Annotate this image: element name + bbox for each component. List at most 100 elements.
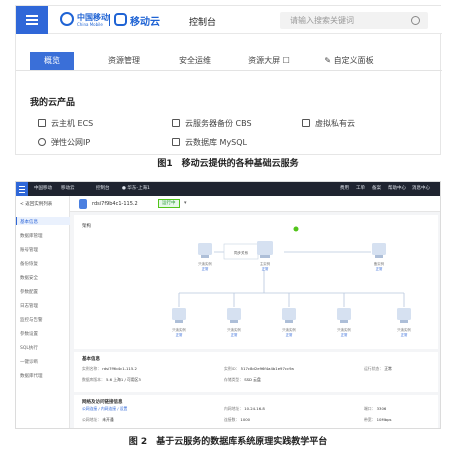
sidebar-item-security[interactable]: 数据安全 bbox=[20, 275, 38, 281]
conn-row: 连接数： 1000 bbox=[224, 417, 251, 422]
check-icon bbox=[293, 226, 299, 232]
node-label: 只读实例 bbox=[198, 261, 212, 266]
top-link-help[interactable]: 帮助中心 bbox=[388, 185, 406, 191]
tab-custom-panel-label: 自定义面板 bbox=[333, 56, 374, 65]
tabs-divider bbox=[16, 70, 442, 71]
search-placeholder: 请输入搜索关键词 bbox=[290, 16, 354, 25]
node-primary[interactable]: 主实例 正常 bbox=[257, 226, 299, 272]
sync-label: 同步关系 bbox=[234, 250, 249, 255]
top-nav-bar: 中国移动 China Mobile 移动云 控制台 请输入搜索关键词 bbox=[16, 6, 442, 34]
tab-resource-management[interactable]: 资源管理 bbox=[94, 52, 154, 70]
product-vpc[interactable]: 虚拟私有云 bbox=[302, 118, 355, 129]
basic-info-title: 基本信息 bbox=[82, 357, 100, 362]
sidebar-item-logs[interactable]: 日志管理 bbox=[20, 303, 38, 309]
product-eip[interactable]: 弹性公网IP bbox=[38, 137, 90, 148]
product-mysql[interactable]: 云数据库 MySQL bbox=[172, 137, 247, 148]
node-status: 正常 bbox=[286, 332, 293, 337]
connection-tabs[interactable]: 公网连接 / 内网连接 / 设置 bbox=[82, 406, 127, 412]
node-status: 正常 bbox=[202, 266, 209, 271]
status-badge: 运行中 bbox=[158, 199, 180, 208]
info-value: 5.6 上海1 / 可用区3 bbox=[106, 377, 141, 382]
tab-resource-screen[interactable]: 资源大屏 ☐ bbox=[234, 52, 304, 70]
search-icon[interactable] bbox=[411, 16, 420, 25]
sidebar-item-diagnose[interactable]: 一键诊断 bbox=[20, 359, 38, 365]
section-title-my-products: 我的云产品 bbox=[30, 98, 76, 108]
console-link[interactable]: 控制台 bbox=[96, 185, 110, 191]
architecture-diagram: 同步关系 只读实例 正常 主实例 正常 备实例 正常 只读实例 正常 只读实例 … bbox=[172, 226, 411, 337]
info-value: rdsi7f9b4c1-115.2 bbox=[102, 366, 137, 371]
sidebar-item-db-management[interactable]: 数据库管理 bbox=[20, 233, 43, 239]
edit-icon: ✎ bbox=[324, 56, 334, 65]
node-readonly-4[interactable]: 只读实例 正常 bbox=[337, 308, 351, 337]
node-label: 只读实例 bbox=[282, 327, 296, 332]
node-status: 正常 bbox=[376, 266, 383, 271]
sidebar-item-sql[interactable]: SQL执行 bbox=[20, 345, 38, 351]
info-row: 实例ID： 517c8d2e96f4a4b1e97cc9a bbox=[224, 366, 294, 371]
tab-overview[interactable]: 概览 bbox=[30, 52, 74, 70]
sidebar-item-accounts[interactable]: 账号管理 bbox=[20, 247, 38, 253]
architecture-panel: 架构 同步关系 只读实例 正常 主实例 正常 备实例 正常 只读实例 正常 只读… bbox=[74, 215, 438, 349]
basic-info-panel: 基本信息 实例名称： rdsi7f9b4c1-115.2 实例ID： 517c8… bbox=[74, 352, 438, 392]
figure-2-caption: 图 2 基于云服务的数据库系统原理实践教学平台 bbox=[128, 437, 328, 447]
node-status: 正常 bbox=[262, 266, 269, 271]
sidebar: < 返回实例列表 基本信息 数据库管理 账号管理 备份恢复 数据安全 参数配置 … bbox=[16, 196, 70, 428]
conn-row: 端口： 3306 bbox=[364, 406, 387, 411]
product-ecs[interactable]: 云主机 ECS bbox=[38, 118, 93, 129]
product-label: 云数据库 MySQL bbox=[185, 138, 248, 147]
top-link-filing[interactable]: 备案 bbox=[372, 185, 381, 191]
node-readonly-1[interactable]: 只读实例 正常 bbox=[172, 308, 186, 337]
conn-key: 连接数 bbox=[224, 417, 236, 422]
node-readonly-left[interactable]: 只读实例 正常 bbox=[198, 243, 212, 271]
product-label: 弹性公网IP bbox=[51, 138, 91, 147]
sidebar-item-monitor[interactable]: 监控与告警 bbox=[20, 317, 43, 323]
sidebar-item-settings[interactable]: 参数设置 bbox=[20, 331, 38, 337]
china-mobile-logo-icon bbox=[60, 12, 74, 26]
sidebar-item-basic-info[interactable]: 基本信息 bbox=[20, 219, 38, 225]
node-readonly-5[interactable]: 只读实例 正常 bbox=[397, 308, 411, 337]
info-row: 运行状态： 正常 bbox=[364, 366, 392, 371]
hamburger-menu-icon[interactable] bbox=[16, 182, 28, 196]
top-nav-bar: 中国移动 移动云 控制台 ● 华东-上海1 费用 工单 备案 帮助中心 消息中心 bbox=[16, 182, 440, 196]
sidebar-item-params[interactable]: 参数配置 bbox=[20, 289, 38, 295]
instance-name: rdsi7f9b4c1-115.2 bbox=[92, 201, 138, 207]
connection-info-title: 网络及访问链接信息 bbox=[82, 400, 123, 405]
top-link-messages[interactable]: 消息中心 bbox=[412, 185, 430, 191]
node-readonly-3[interactable]: 只读实例 正常 bbox=[282, 308, 296, 337]
info-row: 数据库版本： 5.6 上海1 / 可用区3 bbox=[82, 377, 141, 382]
back-to-list-link[interactable]: < 返回实例列表 bbox=[20, 201, 52, 207]
tab-custom-panel[interactable]: ✎ 自定义面板 bbox=[310, 52, 388, 70]
conn-value: 10.24.16.8 bbox=[244, 406, 265, 411]
top-link-fees[interactable]: 费用 bbox=[340, 185, 349, 191]
product-label: 云主机 ECS bbox=[51, 119, 94, 128]
node-status: 正常 bbox=[176, 332, 183, 337]
connection-info-panel: 网络及访问链接信息 公网连接 / 内网连接 / 设置 内网地址： 10.24.1… bbox=[74, 395, 438, 428]
hamburger-menu-icon[interactable] bbox=[16, 6, 48, 34]
info-key: 运行状态 bbox=[364, 366, 380, 371]
conn-value: 3306 bbox=[376, 406, 387, 411]
sidebar-item-backup[interactable]: 备份恢复 bbox=[20, 261, 38, 267]
mobile-cloud-logo-icon bbox=[114, 13, 127, 26]
server-icon bbox=[38, 119, 46, 127]
conn-key: 带宽 bbox=[364, 417, 372, 422]
conn-row: 带宽： 10Mbps bbox=[364, 417, 392, 422]
chevron-down-icon[interactable]: ▾ bbox=[184, 200, 187, 206]
node-standby[interactable]: 备实例 正常 bbox=[372, 243, 386, 271]
node-label: 只读实例 bbox=[227, 327, 241, 332]
cloud-name: 移动云 bbox=[61, 186, 75, 191]
search-input[interactable]: 请输入搜索关键词 bbox=[280, 12, 428, 29]
region-selector[interactable]: ● 华东-上海1 bbox=[122, 185, 150, 191]
console-link[interactable]: 控制台 bbox=[189, 15, 216, 28]
vpc-icon bbox=[302, 119, 310, 127]
node-readonly-2[interactable]: 只读实例 正常 bbox=[227, 308, 241, 337]
node-label: 只读实例 bbox=[172, 327, 186, 332]
conn-value[interactable]: 未开通 bbox=[102, 417, 113, 422]
info-row: 实例名称： rdsi7f9b4c1-115.2 bbox=[82, 366, 137, 371]
sidebar-item-proxy[interactable]: 数据库代理 bbox=[20, 373, 43, 379]
database-icon bbox=[172, 138, 180, 146]
product-cbs[interactable]: 云服务器备份 CBS bbox=[172, 118, 252, 129]
top-link-tickets[interactable]: 工单 bbox=[356, 185, 365, 191]
conn-value: 10Mbps bbox=[376, 417, 392, 422]
info-value: 正常 bbox=[384, 366, 392, 371]
conn-key: 端口 bbox=[364, 406, 372, 411]
tab-security-ops[interactable]: 安全运维 bbox=[164, 52, 226, 70]
